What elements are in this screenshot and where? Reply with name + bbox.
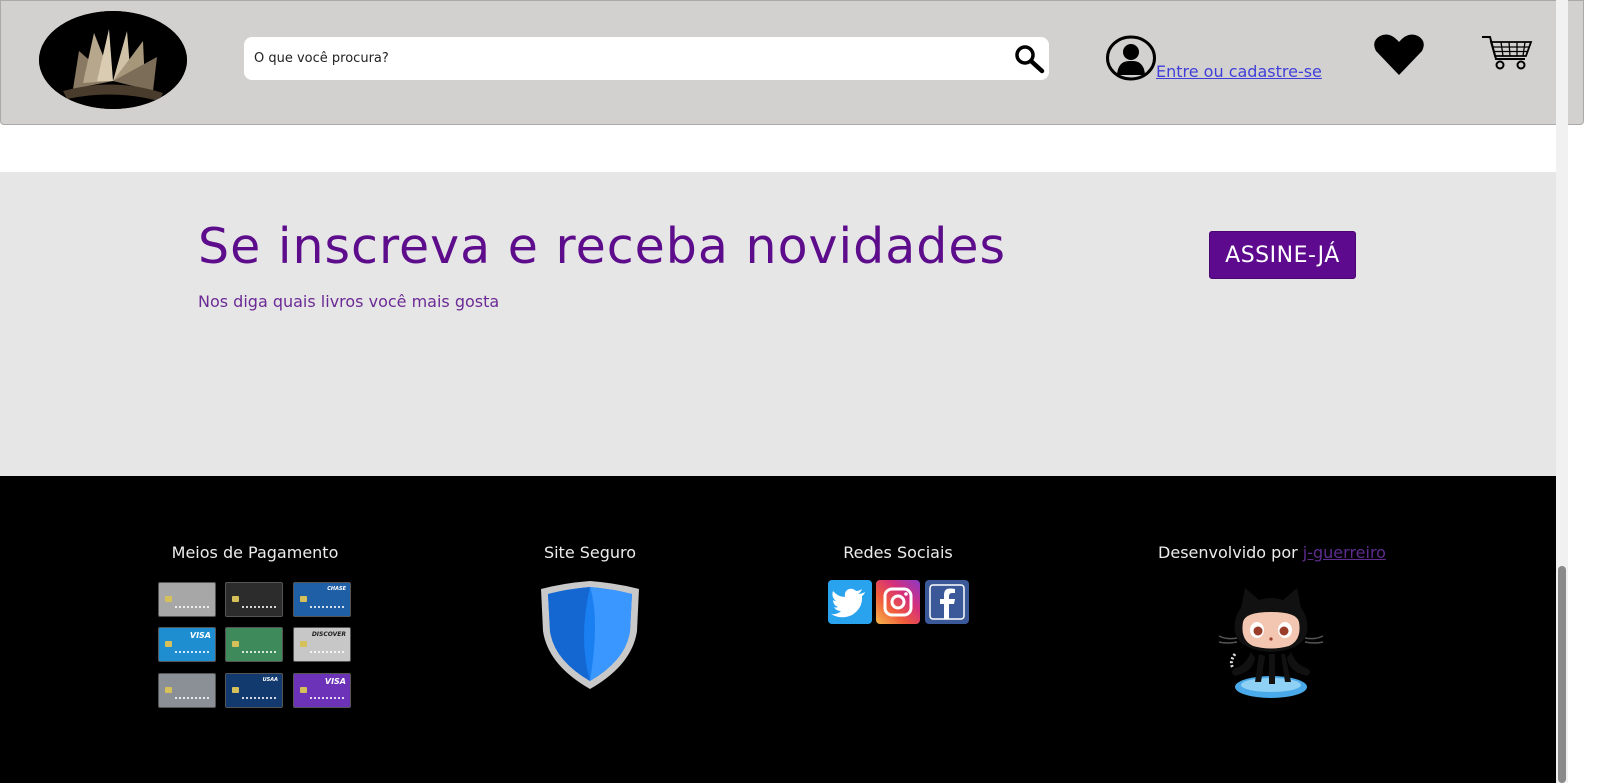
payment-card: CHASE <box>293 582 351 617</box>
twitter-icon[interactable] <box>828 580 872 624</box>
book-logo[interactable] <box>39 11 187 109</box>
payment-card: VISA <box>293 673 351 708</box>
payment-methods-title: Meios de Pagamento <box>171 543 339 562</box>
card-chip <box>300 687 307 693</box>
payment-card <box>225 627 283 662</box>
open-book-icon <box>39 11 187 109</box>
social-networks-title: Redes Sociais <box>843 543 953 562</box>
subscribe-button[interactable]: ASSINE-JÁ <box>1209 231 1356 279</box>
shield-icon <box>541 581 639 689</box>
newsletter-title: Se inscreva e receba novidades <box>198 218 1007 275</box>
instagram-icon[interactable] <box>876 580 920 624</box>
payment-card <box>158 673 216 708</box>
card-chip <box>232 641 239 647</box>
login-register-link[interactable]: Entre ou cadastre-se <box>1156 62 1322 81</box>
search-input[interactable] <box>244 37 1004 80</box>
developer-prefix: Desenvolvido por <box>1158 543 1303 562</box>
secure-site-title: Site Seguro <box>543 543 637 562</box>
search-bar <box>244 37 1049 80</box>
payment-card: VISA <box>158 627 216 662</box>
card-chip <box>165 641 172 647</box>
card-chip <box>300 641 307 647</box>
card-number <box>175 697 209 701</box>
card-brand: USAA <box>262 677 278 683</box>
developer-credit: Desenvolvido por j-guerreiro <box>1158 543 1386 562</box>
card-chip <box>300 596 307 602</box>
card-number <box>242 697 276 701</box>
card-number <box>242 606 276 610</box>
scrollbar-thumb[interactable] <box>1558 566 1566 783</box>
payment-card: DISCOVER <box>293 627 351 662</box>
card-number <box>175 651 209 655</box>
user-icon[interactable] <box>1106 35 1158 81</box>
card-brand: VISA <box>324 677 346 686</box>
site-header: Entre ou cadastre-se <box>0 0 1584 125</box>
developer-link[interactable]: j-guerreiro <box>1303 543 1386 562</box>
card-brand: CHASE <box>327 586 346 592</box>
facebook-icon[interactable] <box>925 580 969 624</box>
card-number <box>175 606 209 610</box>
payment-card: USAA <box>225 673 283 708</box>
card-brand: DISCOVER <box>311 631 346 638</box>
card-number <box>310 651 344 655</box>
card-number <box>242 651 276 655</box>
heart-icon[interactable] <box>1373 33 1425 77</box>
payment-card <box>158 582 216 617</box>
card-number <box>310 606 344 610</box>
newsletter-section: Se inscreva e receba novidades Nos diga … <box>0 172 1556 476</box>
newsletter-subtitle: Nos diga quais livros você mais gosta <box>198 292 500 311</box>
card-chip <box>165 687 172 693</box>
card-chip <box>165 596 172 602</box>
payment-cards: CHASE VISA DISCOVER USAA VISA <box>158 582 352 710</box>
card-brand: VISA <box>189 631 211 640</box>
card-chip <box>232 687 239 693</box>
site-footer: Meios de Pagamento CHASE VISA DISCOVER USAA… <box>0 476 1556 783</box>
search-icon[interactable] <box>1013 44 1045 74</box>
cart-icon[interactable] <box>1481 35 1533 71</box>
payment-card <box>225 582 283 617</box>
card-chip <box>232 596 239 602</box>
card-number <box>310 697 344 701</box>
octocat-icon <box>1218 588 1324 698</box>
